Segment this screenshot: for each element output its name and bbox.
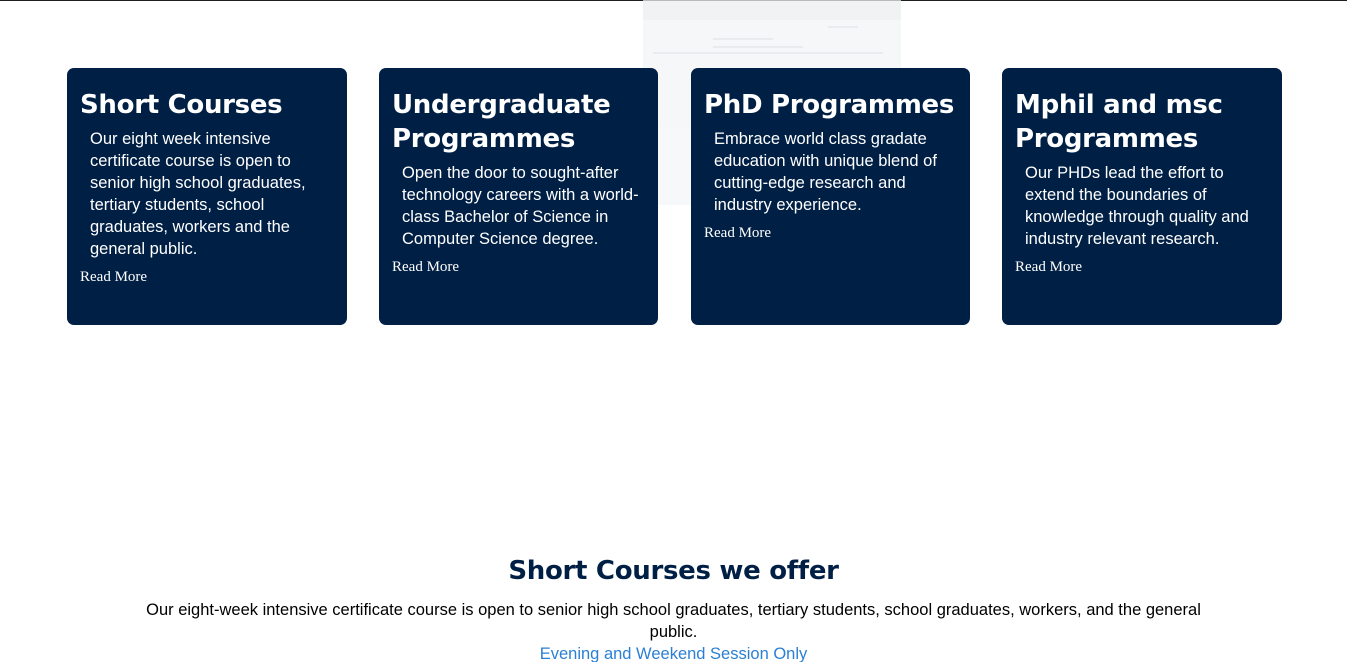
card-mphil-msc-programmes[interactable]: Mphil and msc Programmes Our PHDs lead t… [1002, 68, 1282, 325]
card-description: Embrace world class gradate education wi… [714, 130, 937, 214]
background-preview-line [713, 38, 773, 40]
section-description: Our eight-week intensive certificate cou… [146, 601, 1201, 641]
read-more-link[interactable]: Read More [392, 258, 459, 276]
card-description: Our PHDs lead the effort to extend the b… [1025, 164, 1249, 248]
read-more-link[interactable]: Read More [704, 224, 771, 242]
read-more-link[interactable]: Read More [80, 268, 147, 286]
programme-cards: Short Courses Our eight week intensive c… [67, 68, 1282, 325]
evening-weekend-session-link[interactable]: Evening and Weekend Session Only [540, 643, 808, 662]
card-title: PhD Programmes [704, 90, 955, 120]
card-title: Undergraduate Programmes [392, 90, 611, 154]
card-undergraduate-programmes[interactable]: Undergraduate Programmes Open the door t… [379, 68, 658, 325]
card-description: Open the door to sought-after technology… [402, 164, 639, 248]
card-short-courses[interactable]: Short Courses Our eight week intensive c… [67, 68, 347, 325]
short-courses-section: Short Courses we offer Our eight-week in… [0, 553, 1347, 662]
read-more-link[interactable]: Read More [1015, 258, 1082, 276]
background-preview-line [828, 26, 858, 28]
card-title: Mphil and msc Programmes [1015, 90, 1223, 154]
section-title: Short Courses we offer [508, 556, 839, 586]
background-preview-bar [643, 0, 901, 20]
background-preview-line [653, 52, 883, 54]
card-description: Our eight week intensive certificate cou… [90, 130, 306, 258]
background-preview-line [713, 46, 803, 48]
card-title: Short Courses [80, 90, 283, 120]
card-phd-programmes[interactable]: PhD Programmes Embrace world class grada… [691, 68, 970, 325]
page: Short Courses Our eight week intensive c… [0, 0, 1347, 662]
